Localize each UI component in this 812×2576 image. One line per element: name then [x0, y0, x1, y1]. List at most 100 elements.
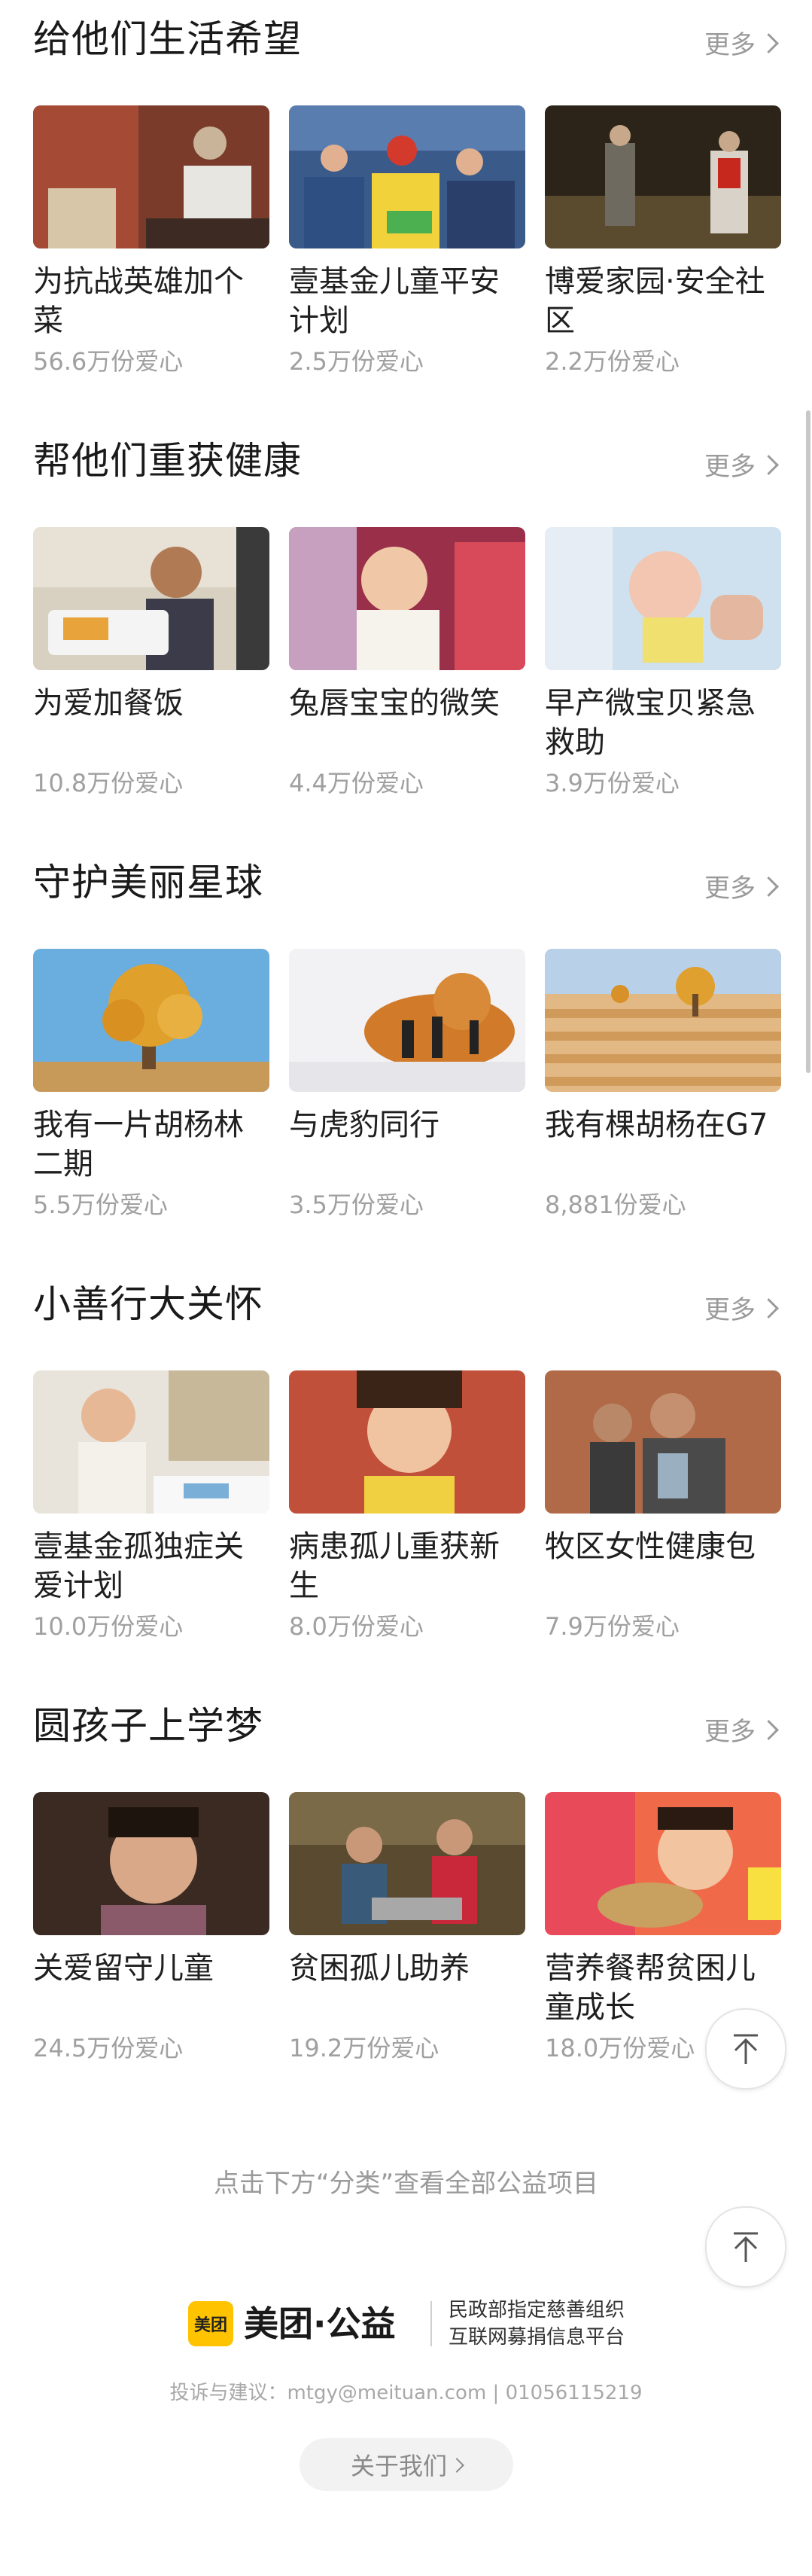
section-title: 给他们生活希望 [33, 17, 302, 61]
project-title: 为抗战英雄加个菜 [33, 264, 244, 338]
chevron-right-icon [759, 454, 779, 475]
more-label: 更多 [704, 451, 756, 482]
chevron-right-icon [759, 1719, 779, 1740]
brand-divider [430, 2301, 432, 2346]
project-love-count: 24.5万份爱心 [33, 2034, 184, 2062]
project-image [33, 105, 269, 248]
project-card[interactable]: 博爱家园·安全社区 2.2万份爱心 [545, 105, 781, 407]
project-love-count: 56.6万份爱心 [33, 347, 184, 376]
project-title: 壹基金孤独症关爱计划 [33, 1529, 244, 1603]
project-card-list: 为抗战英雄加个菜 56.6万份爱心 壹基金儿童平安计划 2.5万份爱心 博爱家园… [33, 105, 782, 407]
project-image [33, 1792, 269, 1935]
section-title: 守护美丽星球 [33, 861, 263, 904]
section-life-hope: 给他们生活希望 更多 为抗战英雄加个菜 56.6万份爱心 壹基金儿童平安计划 2… [0, 0, 812, 407]
more-link[interactable]: 更多 [704, 869, 779, 904]
project-card[interactable]: 兔唇宝宝的微笑 4.4万份爱心 [289, 527, 525, 828]
project-card-list: 关爱留守儿童 24.5万份爱心 贫困孤儿助养 19.2万份爱心 营养餐帮贫困儿童… [33, 1792, 782, 2093]
project-card[interactable]: 关爱留守儿童 24.5万份爱心 [33, 1792, 269, 2093]
project-love-count: 7.9万份爱心 [545, 1612, 680, 1641]
project-card[interactable]: 贫困孤儿助养 19.2万份爱心 [289, 1792, 525, 2093]
project-card[interactable]: 早产微宝贝紧急救助 3.9万份爱心 [545, 527, 781, 828]
project-image [289, 105, 525, 248]
more-label: 更多 [704, 29, 756, 60]
project-title: 贫困孤儿助养 [289, 1951, 470, 1986]
project-love-count: 8,881份爱心 [545, 1190, 686, 1219]
section-title: 帮他们重获健康 [33, 439, 302, 483]
project-title: 我有棵胡杨在G7 [545, 1108, 768, 1142]
chevron-right-icon [759, 876, 779, 897]
project-title: 兔唇宝宝的微笑 [289, 686, 500, 721]
project-image [289, 1792, 525, 1935]
contact-info: 投诉与建议：mtgy@meituan.com | 01056115219 [169, 2382, 643, 2404]
back-to-top-button[interactable] [705, 2206, 786, 2288]
section-title: 小善行大关怀 [33, 1282, 263, 1326]
project-title: 我有一片胡杨林二期 [33, 1108, 244, 1181]
project-love-count: 8.0万份爱心 [289, 1612, 424, 1641]
more-link[interactable]: 更多 [704, 1712, 779, 1747]
project-image [289, 527, 525, 670]
more-link[interactable]: 更多 [704, 26, 779, 60]
project-card[interactable]: 牧区女性健康包 7.9万份爱心 [545, 1370, 781, 1672]
project-love-count: 3.5万份爱心 [289, 1190, 424, 1219]
meituan-logo-icon: 美团 [188, 2301, 233, 2346]
more-label: 更多 [704, 873, 756, 904]
arrow-up-icon [734, 2034, 758, 2064]
chevron-right-icon [449, 2458, 464, 2473]
project-title: 壹基金儿童平安计划 [289, 264, 500, 338]
project-love-count: 5.5万份爱心 [33, 1190, 168, 1219]
section-care: 小善行大关怀 更多 壹基金孤独症关爱计划 10.0万份爱心 病患孤儿重获新生 8… [0, 1265, 812, 1672]
about-us-label: 关于我们 [350, 2452, 447, 2480]
chevron-right-icon [759, 1297, 779, 1318]
project-image [545, 1792, 781, 1935]
chevron-right-icon [759, 32, 779, 53]
project-image [33, 527, 269, 670]
project-card[interactable]: 壹基金孤独症关爱计划 10.0万份爱心 [33, 1370, 269, 1672]
project-title: 病患孤儿重获新生 [289, 1529, 500, 1603]
back-to-top-button[interactable] [705, 2008, 786, 2090]
project-card-list: 为爱加餐饭 10.8万份爱心 兔唇宝宝的微笑 4.4万份爱心 早产微宝贝紧急救助… [33, 527, 782, 828]
project-love-count: 10.8万份爱心 [33, 769, 184, 797]
project-title: 关爱留守儿童 [33, 1951, 214, 1986]
project-title: 与虎豹同行 [289, 1108, 439, 1142]
project-card[interactable]: 我有棵胡杨在G7 8,881份爱心 [545, 949, 781, 1250]
project-image [545, 1370, 781, 1514]
more-link[interactable]: 更多 [704, 1291, 779, 1325]
section-health: 帮他们重获健康 更多 为爱加餐饭 10.8万份爱心 兔唇宝宝的微笑 4.4万份爱… [0, 422, 812, 828]
project-image [289, 1370, 525, 1514]
project-card-list: 壹基金孤独症关爱计划 10.0万份爱心 病患孤儿重获新生 8.0万份爱心 牧区女… [33, 1370, 782, 1672]
scrollbar-thumb[interactable] [806, 410, 810, 1073]
project-title: 博爱家园·安全社区 [545, 264, 765, 338]
project-card-list: 我有一片胡杨林二期 5.5万份爱心 与虎豹同行 3.5万份爱心 我有棵胡杨在G7… [33, 949, 782, 1250]
brand-logo: 美团 美团·公益 民政部指定慈善组织 互联网募捐信息平台 [188, 2295, 640, 2355]
project-image [545, 949, 781, 1092]
project-love-count: 2.2万份爱心 [545, 347, 680, 376]
charity-projects-page: 给他们生活希望 更多 为抗战英雄加个菜 56.6万份爱心 壹基金儿童平安计划 2… [0, 0, 812, 2576]
project-title: 为爱加餐饭 [33, 686, 184, 721]
more-label: 更多 [704, 1294, 756, 1325]
brand-desc-line1: 民政部指定慈善组织 [449, 2299, 625, 2321]
brand-description: 民政部指定慈善组织 互联网募捐信息平台 [449, 2297, 625, 2351]
project-card[interactable]: 与虎豹同行 3.5万份爱心 [289, 949, 525, 1250]
project-love-count: 2.5万份爱心 [289, 347, 424, 376]
project-love-count: 4.4万份爱心 [289, 769, 424, 797]
arrow-up-icon [734, 2232, 758, 2262]
project-image [289, 949, 525, 1092]
project-title: 早产微宝贝紧急救助 [545, 686, 756, 760]
project-card[interactable]: 病患孤儿重获新生 8.0万份爱心 [289, 1370, 525, 1672]
brand-name: 美团·公益 [244, 2303, 396, 2344]
more-link[interactable]: 更多 [704, 447, 779, 482]
project-card[interactable]: 壹基金儿童平安计划 2.5万份爱心 [289, 105, 525, 407]
project-card[interactable]: 为爱加餐饭 10.8万份爱心 [33, 527, 269, 828]
project-image [545, 105, 781, 248]
project-image [33, 1370, 269, 1514]
project-love-count: 19.2万份爱心 [289, 2034, 439, 2062]
more-label: 更多 [704, 1716, 756, 1747]
project-image [33, 949, 269, 1092]
about-us-button[interactable]: 关于我们 [300, 2438, 513, 2491]
project-card[interactable]: 为抗战英雄加个菜 56.6万份爱心 [33, 105, 269, 407]
section-school-dream: 圆孩子上学梦 更多 关爱留守儿童 24.5万份爱心 贫困孤儿助养 19.2万份爱… [0, 1687, 812, 2093]
project-image [545, 527, 781, 670]
section-title: 圆孩子上学梦 [33, 1704, 263, 1748]
project-card[interactable]: 我有一片胡杨林二期 5.5万份爱心 [33, 949, 269, 1250]
brand-desc-line2: 互联网募捐信息平台 [449, 2326, 625, 2349]
